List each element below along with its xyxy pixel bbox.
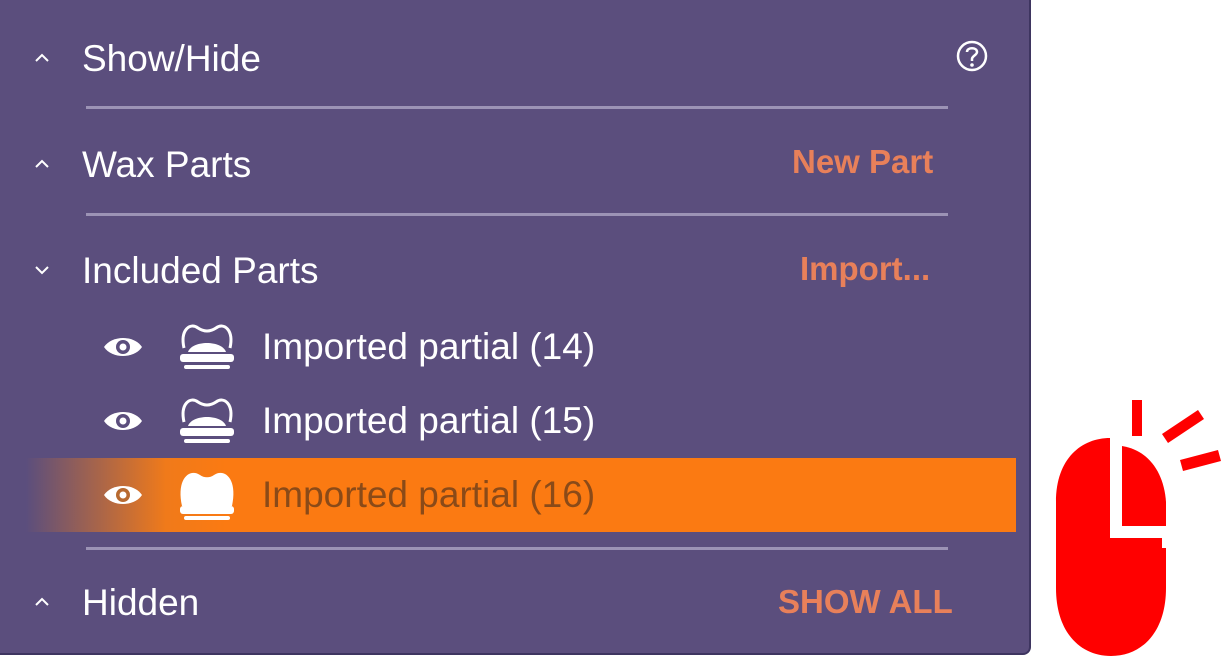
eye-icon[interactable]	[102, 334, 144, 360]
included-parts-title: Included Parts	[82, 250, 319, 291]
chevron-up-icon[interactable]	[34, 50, 50, 66]
question-circle-icon[interactable]	[955, 39, 989, 73]
eye-icon[interactable]	[102, 482, 144, 508]
chevron-up-icon[interactable]	[34, 594, 50, 610]
hidden-title: Hidden	[82, 582, 200, 623]
mouse-click-icon	[1056, 400, 1221, 656]
wax-parts-title: Wax Parts	[82, 144, 252, 185]
divider	[86, 106, 948, 109]
chevron-up-icon[interactable]	[34, 156, 50, 172]
tooth-outline-icon	[180, 324, 234, 369]
divider	[86, 547, 948, 550]
chevron-down-icon[interactable]	[34, 262, 50, 278]
tooth-filled-icon	[180, 472, 234, 520]
divider	[86, 213, 948, 216]
show-hide-header[interactable]: Show/Hide	[0, 28, 1000, 88]
part-label: Imported partial (14)	[262, 326, 596, 367]
eye-icon[interactable]	[102, 408, 144, 434]
part-label: Imported partial (15)	[262, 400, 596, 441]
tooth-outline-icon	[180, 398, 234, 443]
new-part-button[interactable]: New Part	[792, 145, 933, 178]
import-button[interactable]: Import...	[800, 252, 930, 285]
list-item[interactable]: Imported partial (15)	[26, 384, 1016, 458]
list-item-selected[interactable]: Imported partial (16)	[26, 458, 1016, 532]
show-hide-panel: Show/Hide Wax Parts New Part Included Pa…	[0, 0, 1031, 655]
show-hide-title: Show/Hide	[82, 38, 261, 79]
part-label: Imported partial (16)	[262, 474, 596, 515]
list-item[interactable]: Imported partial (14)	[26, 310, 1016, 384]
show-all-button[interactable]: SHOW ALL	[778, 585, 953, 618]
